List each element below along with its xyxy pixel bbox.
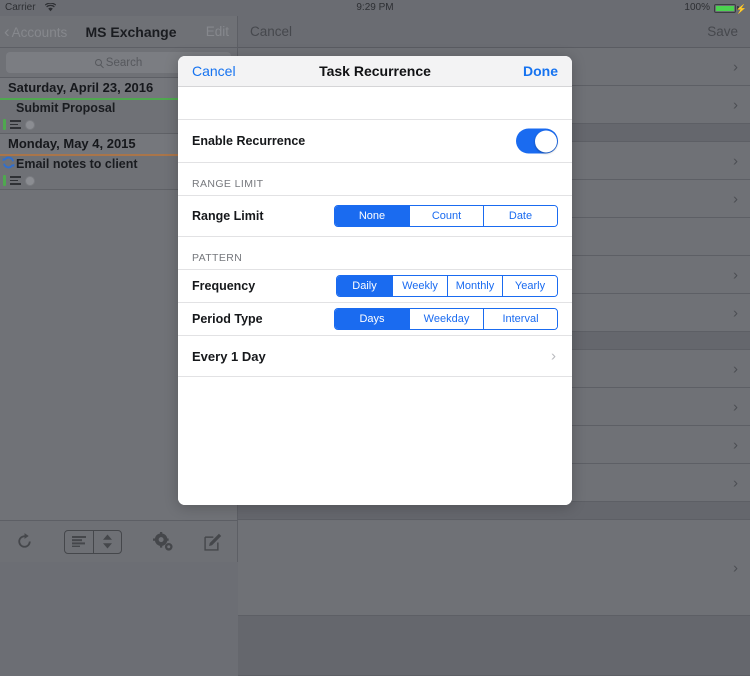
range-limit-option-none[interactable]: None — [335, 206, 409, 226]
priority-bar-icon — [3, 119, 6, 130]
detail-section-gap — [238, 616, 750, 676]
frequency-segmented-control[interactable]: Daily Weekly Monthly Yearly — [336, 275, 558, 297]
task-recurrence-modal: Cancel Task Recurrence Done Enable Recur… — [178, 56, 572, 505]
detail-save-button[interactable]: Save — [707, 16, 738, 48]
frequency-option-yearly[interactable]: Yearly — [502, 276, 557, 296]
chevron-right-icon: › — [551, 347, 556, 365]
page-title: MS Exchange — [85, 24, 177, 40]
app-root: Carrier 9:29 PM 100% ⚡ ‹ Accounts MS Exc… — [0, 0, 750, 676]
chevron-right-icon: › — [733, 266, 738, 283]
status-bar: Carrier 9:29 PM 100% ⚡ — [0, 0, 750, 16]
chevron-right-icon: › — [733, 152, 738, 169]
detail-row[interactable]: › — [238, 520, 750, 616]
sidebar-toolbar — [0, 520, 237, 562]
period-type-option-weekday[interactable]: Weekday — [409, 309, 483, 329]
frequency-option-monthly[interactable]: Monthly — [447, 276, 502, 296]
chevron-right-icon: › — [733, 58, 738, 75]
range-limit-label: Range Limit — [192, 209, 264, 223]
frequency-row: Frequency Daily Weekly Monthly Yearly — [178, 270, 572, 302]
range-limit-option-date[interactable]: Date — [483, 206, 557, 226]
battery-percent-label: 100% — [684, 2, 710, 13]
modal-header: Cancel Task Recurrence Done — [178, 56, 572, 87]
enable-recurrence-label: Enable Recurrence — [192, 134, 306, 148]
frequency-label: Frequency — [192, 279, 256, 293]
battery-full-icon — [714, 3, 736, 13]
range-limit-option-count[interactable]: Count — [409, 206, 483, 226]
status-clock: 9:29 PM — [356, 2, 394, 13]
chevron-right-icon: › — [733, 474, 738, 491]
chevron-right-icon: › — [733, 190, 738, 207]
status-circle-icon[interactable] — [25, 119, 35, 130]
chevron-right-icon: › — [733, 96, 738, 113]
period-type-label: Period Type — [192, 312, 263, 326]
detail-navbar: Cancel Save — [238, 16, 750, 48]
charging-bolt-icon: ⚡ — [735, 4, 747, 14]
priority-bar-icon — [3, 175, 6, 186]
detail-cancel-button[interactable]: Cancel — [250, 16, 292, 48]
sort-order-icon[interactable] — [93, 530, 121, 553]
pattern-section-header: PATTERN — [192, 252, 243, 264]
sidebar-navbar: ‹ Accounts MS Exchange Edit — [0, 16, 237, 48]
recurrence-icon — [2, 156, 15, 169]
settings-gear-icon[interactable] — [152, 531, 174, 552]
compose-icon[interactable] — [204, 533, 222, 551]
enable-recurrence-toggle[interactable] — [516, 128, 558, 154]
range-limit-row: Range Limit None Count Date — [178, 196, 572, 236]
frequency-option-daily[interactable]: Daily — [337, 276, 392, 296]
recurrence-summary-label: Every 1 Day — [192, 348, 266, 364]
sort-segmented-control[interactable] — [64, 529, 123, 554]
search-placeholder: Search — [105, 56, 143, 69]
period-type-segmented-control[interactable]: Days Weekday Interval — [334, 308, 558, 330]
modal-title: Task Recurrence — [319, 63, 431, 79]
chevron-right-icon: › — [733, 398, 738, 415]
priority-lines-icon — [10, 120, 21, 129]
chevron-right-icon: › — [733, 436, 738, 453]
period-type-row: Period Type Days Weekday Interval — [178, 303, 572, 335]
frequency-option-weekly[interactable]: Weekly — [392, 276, 447, 296]
period-type-option-days[interactable]: Days — [335, 309, 409, 329]
top-spacer — [178, 87, 572, 119]
range-limit-segmented-control[interactable]: None Count Date — [334, 205, 558, 227]
chevron-right-icon: › — [733, 360, 738, 377]
priority-lines-icon — [10, 176, 21, 185]
search-icon — [94, 59, 102, 66]
chevron-right-icon: › — [733, 304, 738, 321]
sort-list-icon[interactable] — [65, 531, 93, 553]
refresh-icon[interactable] — [15, 532, 34, 551]
divider — [178, 376, 572, 377]
status-circle-icon[interactable] — [25, 175, 35, 186]
recurrence-summary-row[interactable]: Every 1 Day › — [178, 336, 572, 376]
done-button[interactable]: Done — [523, 56, 558, 87]
period-type-option-interval[interactable]: Interval — [483, 309, 557, 329]
modal-body: Enable Recurrence RANGE LIMIT Range Limi… — [178, 87, 572, 505]
edit-button[interactable]: Edit — [206, 16, 229, 48]
range-limit-section-header: RANGE LIMIT — [192, 178, 264, 190]
enable-recurrence-row[interactable]: Enable Recurrence — [178, 120, 572, 162]
